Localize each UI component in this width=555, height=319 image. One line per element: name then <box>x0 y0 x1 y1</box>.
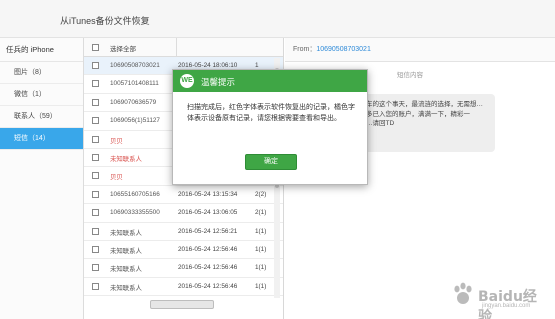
row-count: 1(1) <box>255 245 267 253</box>
row-count: 1(1) <box>255 227 267 235</box>
column-divider <box>176 38 177 57</box>
row-time: 2016-05-24 13:06:05 <box>178 209 238 217</box>
watermark: Baidu经验 jingyan.baidu.com <box>452 282 550 319</box>
title-bar: 从iTunes备份文件恢复 <box>0 0 555 38</box>
list-row[interactable]: 未知联系人 2016-05-24 12:56:46 1(1) <box>84 278 283 297</box>
row-checkbox[interactable] <box>92 227 99 235</box>
row-checkbox[interactable] <box>92 209 99 217</box>
dialog-title: 温馨提示 <box>201 77 236 87</box>
watermark-url: jingyan.baidu.com <box>482 303 531 309</box>
row-checkbox[interactable] <box>92 172 99 180</box>
row-contact: 未知联系人 <box>110 247 142 255</box>
from-number: 10690508703021 <box>316 46 371 53</box>
list-row[interactable]: 未知联系人 2016-05-24 12:56:21 1(1) <box>84 223 283 241</box>
list-header: 选择全部 <box>84 38 283 57</box>
row-contact: 未知联系人 <box>110 284 142 292</box>
list-row[interactable]: 未知联系人 2016-05-24 12:56:46 1(1) <box>84 259 283 278</box>
row-count: 2(2) <box>255 190 267 198</box>
horizontal-scrollbar[interactable] <box>150 300 214 309</box>
row-checkbox[interactable] <box>92 80 99 88</box>
ok-button[interactable]: 确定 <box>245 154 297 170</box>
sidebar-item-sms[interactable]: 短信（14） <box>0 128 83 150</box>
device-name: 任兵的 iPhone <box>0 38 83 62</box>
paw-logo-icon <box>454 282 472 304</box>
sidebar-item-photos[interactable]: 图片（8） <box>0 62 83 84</box>
row-contact: 贝贝 <box>110 174 123 182</box>
row-contact: 未知联系人 <box>110 229 142 237</box>
row-checkbox[interactable] <box>92 264 99 272</box>
row-time: 2016-05-24 12:56:46 <box>178 282 238 290</box>
list-row[interactable]: 未知联系人 2016-05-24 12:56:46 1(1) <box>84 241 283 260</box>
row-contact: 10057101408111 <box>110 80 159 88</box>
row-count: 1(1) <box>255 282 267 290</box>
row-contact: 10690333355500 <box>110 209 160 217</box>
row-count: 2(1) <box>255 209 267 217</box>
row-checkbox[interactable] <box>92 98 99 106</box>
row-time: 2016-05-24 12:56:46 <box>178 264 238 272</box>
row-time: 2016-05-24 13:15:34 <box>178 190 238 198</box>
select-all-label: 选择全部 <box>110 46 136 53</box>
sidebar: 任兵的 iPhone 图片（8） 微信（1） 联系人（59） 短信（14） <box>0 38 84 319</box>
row-count: 1(1) <box>255 264 267 272</box>
sidebar-item-wechat[interactable]: 微信（1） <box>0 84 83 106</box>
row-checkbox[interactable] <box>92 190 99 198</box>
list-row[interactable]: 10690333355500 2016-05-24 13:06:05 2(1) <box>84 204 283 223</box>
tip-dialog: WE 温馨提示 扫描完成后，红色字体表示软件恢复出的记录，橘色字体表示设备原有记… <box>172 69 368 185</box>
list-row[interactable]: 10655160705166 2016-05-24 13:15:34 2(2) <box>84 186 283 205</box>
from-prefix: From： <box>293 46 317 53</box>
row-time: 2016-05-24 12:56:21 <box>178 227 238 235</box>
row-checkbox[interactable] <box>92 282 99 290</box>
row-contact: 未知联系人 <box>110 155 142 163</box>
row-contact: 未知联系人 <box>110 266 142 274</box>
sidebar-item-contacts[interactable]: 联系人（59） <box>0 106 83 128</box>
window-title: 从iTunes备份文件恢复 <box>60 16 150 26</box>
row-contact: 1069070636579 <box>110 98 157 106</box>
row-checkbox[interactable] <box>92 135 99 143</box>
row-contact: 贝贝 <box>110 137 123 145</box>
row-checkbox[interactable] <box>92 117 99 125</box>
row-contact: 10690508703021 <box>110 62 160 69</box>
app-logo-icon: WE <box>180 74 194 88</box>
row-contact: 1069056(1)51127 <box>110 117 160 125</box>
select-all-checkbox[interactable] <box>92 44 99 51</box>
row-checkbox[interactable] <box>92 153 99 161</box>
row-checkbox[interactable] <box>92 245 99 253</box>
row-time: 2016-05-24 18:06:10 <box>178 62 238 69</box>
row-checkbox[interactable] <box>92 62 99 69</box>
sms-content-label: 短信内容 <box>397 72 423 79</box>
row-time: 2016-05-24 12:56:46 <box>178 245 238 253</box>
from-bar: From：10690508703021 <box>285 38 555 62</box>
row-count: 1 <box>255 62 259 69</box>
dialog-header: WE 温馨提示 <box>173 70 367 92</box>
dialog-message: 扫描完成后，红色字体表示软件恢复出的记录，橘色字体表示设备原有记录，请您根据需要… <box>187 104 355 122</box>
row-contact: 10655160705166 <box>110 190 160 198</box>
